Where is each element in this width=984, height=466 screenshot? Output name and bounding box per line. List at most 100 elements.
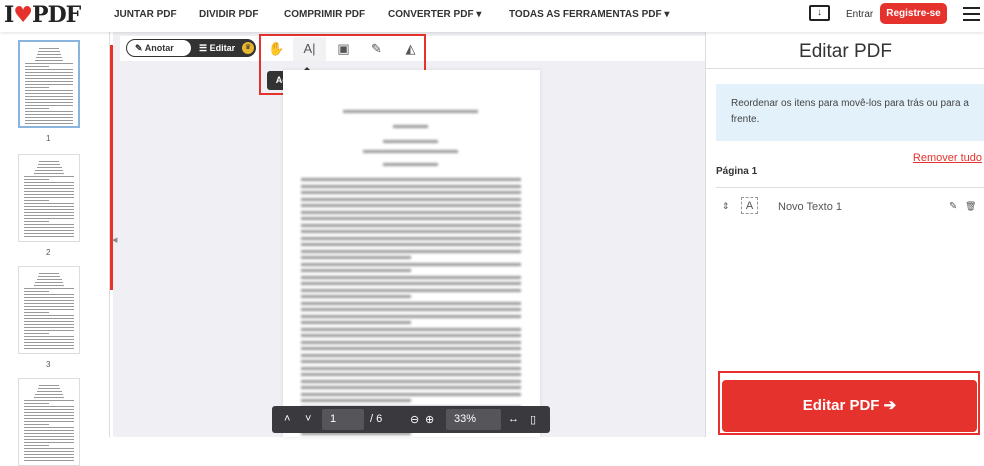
page-text-line	[301, 224, 521, 227]
desktop-download-icon[interactable]: ↓	[809, 5, 830, 21]
page-label: Página 1	[716, 166, 757, 177]
thumbnail-text-line	[24, 415, 74, 416]
zoom-level[interactable]: 33%	[446, 409, 501, 430]
page-text-line	[301, 341, 521, 344]
zoom-out-icon[interactable]: ⊖	[410, 413, 419, 426]
thumbnail-text-line	[37, 167, 62, 168]
thumbnail-text-line	[24, 345, 74, 346]
thumbnail-text-line	[39, 385, 59, 386]
page-total: / 6	[370, 413, 382, 425]
thumbnail-text-line	[25, 114, 73, 115]
thumbnail-text-line	[24, 297, 74, 298]
thumbnail-text-line	[25, 84, 73, 85]
page-text-line	[363, 150, 458, 153]
thumbnail-text-line	[25, 117, 73, 118]
page-text-line	[301, 178, 521, 181]
collapse-sidebar-icon[interactable]: ◀	[112, 236, 117, 244]
fit-width-icon[interactable]: ↔	[508, 413, 519, 425]
edit-pdf-button[interactable]: Editar PDF ➔	[722, 380, 977, 432]
thumbnail-text-line	[24, 324, 74, 325]
page-text-line	[301, 276, 521, 279]
thumbnail-text-line	[25, 90, 73, 91]
page-text-line	[301, 198, 521, 201]
page-number-input[interactable]: 1	[322, 409, 364, 430]
thumbnail-page-1[interactable]	[18, 40, 80, 128]
nav-all-tools[interactable]: TODAS AS FERRAMENTAS PDF ▾	[509, 9, 669, 20]
thumbnail-page-3[interactable]	[18, 266, 80, 354]
thumbnail-text-line	[24, 303, 74, 304]
thumbnail-text-line	[24, 427, 74, 428]
nav-convert[interactable]: CONVERTER PDF ▾	[388, 9, 481, 20]
login-link[interactable]: Entrar	[846, 9, 873, 20]
thumbnail-text-line	[24, 412, 74, 413]
thumbnail-text-line	[24, 342, 74, 343]
edit-item-icon[interactable]: ✎	[949, 201, 957, 212]
thumbnail-text-line	[25, 96, 73, 97]
thumbnail-text-line	[24, 306, 74, 307]
register-button[interactable]: Registre-se	[880, 3, 947, 24]
nav-compress[interactable]: COMPRIMIR PDF	[284, 9, 365, 20]
page-text-line	[301, 243, 521, 246]
thumbnail-text-line	[24, 188, 74, 189]
thumbnail-text-line	[39, 161, 59, 162]
page-text-line	[301, 302, 521, 305]
edit-pdf-label: Editar PDF	[803, 397, 880, 414]
nav-merge[interactable]: JUNTAR PDF	[114, 9, 177, 20]
remove-all-link[interactable]: Remover tudo	[913, 152, 982, 164]
thumbnail-text-line	[24, 233, 74, 234]
list-item[interactable]: ⇕ A Novo Texto 1 ✎ 🗑	[716, 197, 984, 222]
thumbnail-number: 1	[46, 134, 50, 143]
zoom-in-icon[interactable]: ⊕	[425, 413, 434, 426]
text-element-icon: A	[741, 197, 758, 214]
thumbnail-text-line	[34, 397, 64, 398]
next-page-icon[interactable]: ˅	[305, 413, 311, 425]
edit-mode[interactable]: ☰ Editar	[199, 40, 235, 56]
page-text-line	[301, 250, 521, 253]
thumbnail-text-line	[39, 48, 58, 49]
premium-crown-icon: ♛	[242, 42, 254, 54]
thumbnail-text-line	[39, 273, 59, 274]
thumbnail-text-line	[24, 294, 74, 295]
thumbnail-text-line	[24, 418, 74, 419]
page-text-line	[301, 295, 411, 298]
logo[interactable]: I♥PDF	[4, 2, 80, 28]
thumbnail-text-line	[24, 406, 74, 407]
thumbnail-text-line	[24, 403, 49, 404]
thumbnail-page-2[interactable]	[18, 154, 80, 242]
drag-handle-icon[interactable]: ⇕	[722, 201, 730, 212]
thumbnail-text-line	[24, 215, 74, 216]
thumbnail-text-line	[24, 185, 74, 186]
thumbnail-text-line	[24, 318, 74, 319]
pdf-page[interactable]	[283, 70, 540, 437]
thumbnail-text-line	[24, 430, 74, 431]
page-text-line	[301, 328, 521, 331]
mode-toggle[interactable]: ✎ Anotar ☰ Editar ♛	[126, 39, 256, 57]
page-text-line	[301, 380, 521, 383]
hamburger-menu-icon[interactable]	[963, 7, 980, 25]
page-text-line	[301, 230, 521, 233]
delete-item-icon[interactable]: 🗑	[965, 201, 976, 212]
thumbnail-text-line	[24, 218, 74, 219]
page-text-line	[301, 269, 411, 272]
thumbnail-text-line	[24, 315, 74, 316]
thumbnail-text-line	[38, 276, 61, 277]
page-text-line	[301, 289, 521, 292]
thumbnail-text-line	[25, 123, 73, 124]
thumbnail-text-line	[24, 230, 74, 231]
thumbnail-text-line	[24, 433, 74, 434]
fit-page-icon[interactable]: ▯	[530, 413, 536, 426]
thumbnail-text-line	[24, 421, 74, 422]
annotate-mode[interactable]: ✎ Anotar	[127, 40, 191, 56]
thumbnail-text-line	[24, 439, 74, 440]
thumbnail-text-line	[24, 448, 74, 449]
prev-page-icon[interactable]: ˄	[284, 413, 290, 425]
thumbnail-text-line	[25, 63, 73, 64]
thumbnail-text-line	[34, 173, 64, 174]
thumbnail-page-4[interactable]	[18, 378, 80, 466]
thumbnail-sidebar[interactable]: 1 2 3	[0, 32, 110, 437]
divider	[706, 68, 984, 69]
thumbnail-text-line	[24, 221, 49, 222]
thumbnail-text-line	[24, 336, 74, 337]
nav-split[interactable]: DIVIDIR PDF	[199, 9, 258, 20]
thumbnail-text-line	[24, 312, 49, 313]
